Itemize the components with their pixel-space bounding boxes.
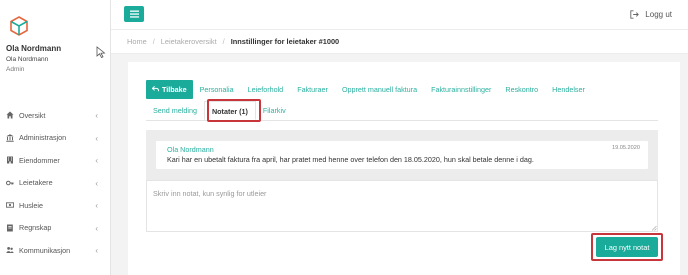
sidebar-item-label: Eiendommer	[19, 155, 60, 165]
note-text: Kari har en ubetalt faktura fra april, h…	[167, 155, 534, 164]
sidebar: Ola Nordmann Ola Nordmann Admin Oversikt…	[0, 0, 111, 275]
breadcrumb: Home / Leietakeroversikt / Innstillinger…	[111, 30, 688, 54]
top-bar: Logg ut	[111, 0, 688, 30]
sidebar-item-label: Husleie	[19, 200, 43, 210]
tab-fakturainnstillinger[interactable]: Fakturainnstillinger	[424, 80, 498, 99]
sidebar-item-label: Regnskap	[19, 223, 52, 233]
breadcrumb-separator: /	[222, 37, 225, 46]
user-name: Ola Nordmann	[6, 44, 62, 53]
note-date: 19.05.2020	[612, 145, 640, 151]
bank-icon	[6, 134, 14, 142]
chevron-left-icon: ‹	[95, 133, 98, 143]
tab-tilbake[interactable]: Tilbake	[146, 80, 193, 99]
hamburger-icon	[129, 10, 139, 18]
tab-leieforhold[interactable]: Leieforhold	[241, 80, 291, 99]
mouse-cursor-icon	[96, 46, 106, 58]
logout-button[interactable]: Logg ut	[630, 10, 672, 19]
building-icon	[7, 156, 13, 164]
tab-row-secondary: Send melding Notater (1) Filarkiv	[146, 101, 293, 120]
menu-toggle-button[interactable]	[124, 6, 144, 22]
back-arrow-icon	[151, 86, 160, 92]
sidebar-item-eiendommer[interactable]: Eiendommer ‹	[0, 149, 110, 172]
cube-logo-icon[interactable]	[10, 16, 28, 36]
create-note-button[interactable]: Lag nytt notat	[596, 237, 658, 257]
tab-divider	[146, 120, 658, 121]
sidebar-item-administrasjon[interactable]: Administrasjon ‹	[0, 127, 110, 150]
chevron-left-icon: ‹	[95, 223, 98, 233]
breadcrumb-current: Innstillinger for leietaker #1000	[230, 37, 340, 46]
tab-personalia[interactable]: Personalia	[193, 80, 241, 99]
book-icon	[7, 224, 13, 232]
resize-grip-icon[interactable]	[651, 225, 657, 231]
sidebar-nav: Oversikt ‹ Administrasjon ‹ Eiendommer ‹…	[0, 104, 110, 262]
user-subtitle: Ola Nordmann	[6, 56, 49, 63]
chevron-left-icon: ‹	[95, 246, 98, 255]
note-item: Ola Nordmann 19.05.2020 Kari har en ubet…	[156, 141, 648, 169]
tab-reskontro[interactable]: Reskontro	[498, 80, 545, 99]
chevron-left-icon: ‹	[95, 201, 98, 210]
tab-opprett-manuell-faktura[interactable]: Opprett manuell faktura	[335, 80, 424, 99]
tab-row-primary: Tilbake Personalia Leieforhold Fakturaer…	[146, 80, 592, 99]
tab-label: Tilbake	[162, 85, 187, 94]
user-role: Admin	[6, 66, 25, 73]
sidebar-item-regnskap[interactable]: Regnskap ‹	[0, 217, 110, 240]
note-author[interactable]: Ola Nordmann	[167, 145, 214, 154]
sidebar-item-label: Leietakere	[19, 178, 53, 188]
tab-hendelser[interactable]: Hendelser	[545, 80, 592, 99]
sidebar-item-husleie[interactable]: Husleie ‹	[0, 194, 110, 217]
new-note-input[interactable]	[146, 180, 658, 232]
logout-label: Logg ut	[645, 10, 672, 19]
breadcrumb-separator: /	[152, 37, 155, 46]
chevron-left-icon: ‹	[95, 178, 98, 188]
sidebar-item-label: Administrasjon	[19, 133, 67, 143]
key-icon	[6, 180, 14, 186]
tab-fakturaer[interactable]: Fakturaer	[290, 80, 335, 99]
sidebar-item-kommunikasjon[interactable]: Kommunikasjon ‹	[0, 239, 110, 262]
tab-filarkiv[interactable]: Filarkiv	[256, 101, 293, 120]
tab-notater[interactable]: Notater (1)	[203, 101, 256, 120]
chevron-left-icon: ‹	[95, 111, 98, 120]
sign-out-icon	[630, 10, 640, 19]
home-icon	[6, 111, 14, 119]
money-icon	[6, 202, 14, 208]
sidebar-item-label: Oversikt	[19, 110, 46, 120]
chevron-left-icon: ‹	[95, 156, 98, 165]
sidebar-item-oversikt[interactable]: Oversikt ‹	[0, 104, 110, 127]
breadcrumb-home[interactable]: Home	[127, 37, 147, 46]
people-icon	[6, 247, 14, 254]
sidebar-item-label: Kommunikasjon	[19, 245, 71, 255]
breadcrumb-tenants-overview[interactable]: Leietakeroversikt	[161, 37, 217, 46]
sidebar-item-leietakere[interactable]: Leietakere ‹	[0, 172, 110, 195]
tab-send-melding[interactable]: Send melding	[146, 101, 204, 120]
